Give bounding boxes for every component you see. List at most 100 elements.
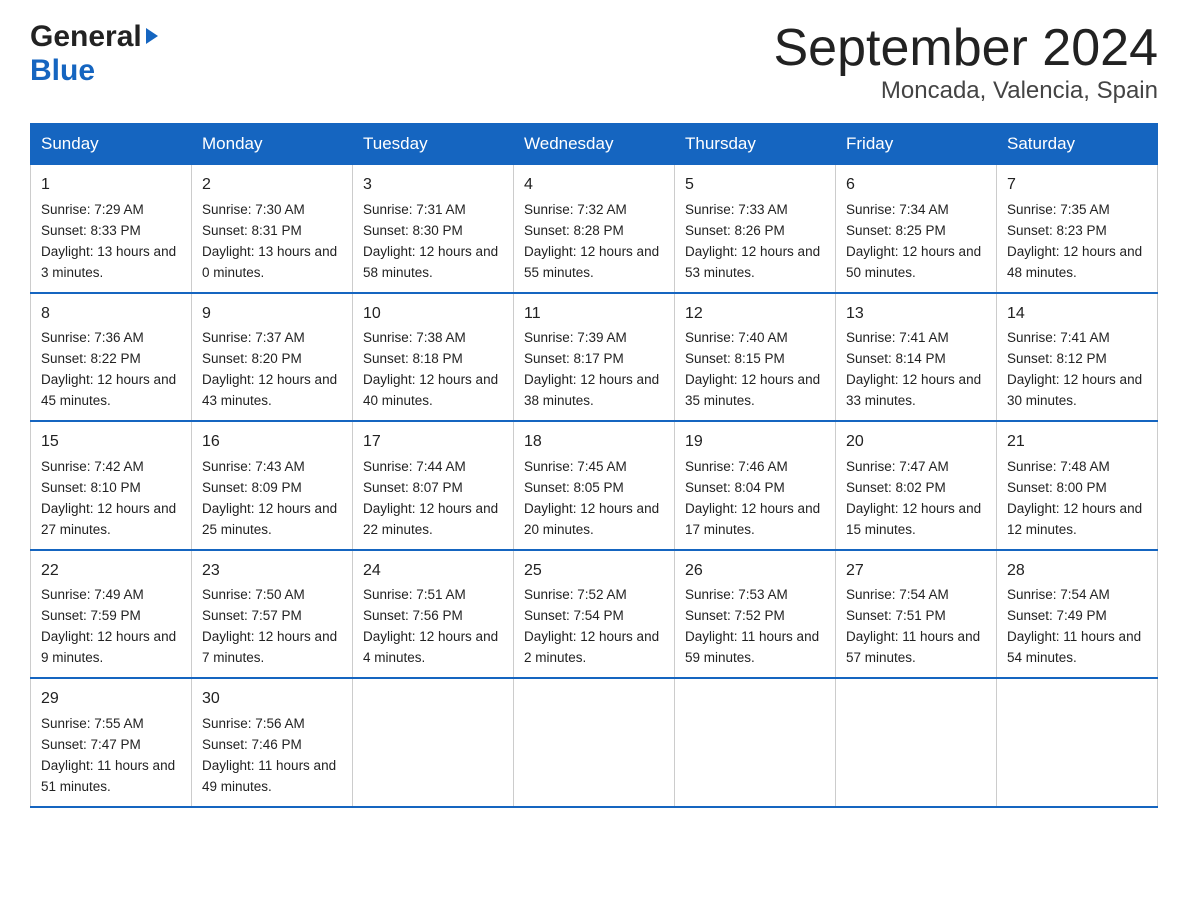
- daylight-text: Daylight: 12 hours and 48 minutes.: [1007, 244, 1142, 280]
- day-number: 21: [1007, 430, 1147, 455]
- sunset-text: Sunset: 8:26 PM: [685, 223, 785, 238]
- logo-arrow-icon: [146, 28, 158, 44]
- empty-cell: [353, 678, 514, 806]
- sunset-text: Sunset: 7:51 PM: [846, 608, 946, 623]
- daylight-text: Daylight: 12 hours and 45 minutes.: [41, 372, 176, 408]
- daylight-text: Daylight: 12 hours and 58 minutes.: [363, 244, 498, 280]
- calendar-body: 1Sunrise: 7:29 AMSunset: 8:33 PMDaylight…: [31, 165, 1158, 807]
- day-cell-14: 14Sunrise: 7:41 AMSunset: 8:12 PMDayligh…: [997, 293, 1158, 421]
- calendar-header: SundayMondayTuesdayWednesdayThursdayFrid…: [31, 124, 1158, 165]
- day-number: 2: [202, 173, 342, 198]
- sunset-text: Sunset: 7:49 PM: [1007, 608, 1107, 623]
- sunrise-text: Sunrise: 7:29 AM: [41, 202, 144, 217]
- day-header-sunday: Sunday: [31, 124, 192, 165]
- day-cell-4: 4Sunrise: 7:32 AMSunset: 8:28 PMDaylight…: [514, 165, 675, 293]
- sunset-text: Sunset: 8:12 PM: [1007, 351, 1107, 366]
- day-cell-30: 30Sunrise: 7:56 AMSunset: 7:46 PMDayligh…: [192, 678, 353, 806]
- sunset-text: Sunset: 7:59 PM: [41, 608, 141, 623]
- day-number: 23: [202, 559, 342, 584]
- sunset-text: Sunset: 8:04 PM: [685, 480, 785, 495]
- day-number: 8: [41, 302, 181, 327]
- daylight-text: Daylight: 11 hours and 54 minutes.: [1007, 629, 1141, 665]
- day-number: 27: [846, 559, 986, 584]
- logo-general-text: General: [30, 20, 142, 54]
- day-cell-3: 3Sunrise: 7:31 AMSunset: 8:30 PMDaylight…: [353, 165, 514, 293]
- sunset-text: Sunset: 8:02 PM: [846, 480, 946, 495]
- daylight-text: Daylight: 12 hours and 40 minutes.: [363, 372, 498, 408]
- day-number: 19: [685, 430, 825, 455]
- daylight-text: Daylight: 12 hours and 30 minutes.: [1007, 372, 1142, 408]
- sunrise-text: Sunrise: 7:41 AM: [1007, 330, 1110, 345]
- day-number: 17: [363, 430, 503, 455]
- empty-cell: [514, 678, 675, 806]
- sunset-text: Sunset: 7:54 PM: [524, 608, 624, 623]
- daylight-text: Daylight: 11 hours and 49 minutes.: [202, 758, 336, 794]
- daylight-text: Daylight: 11 hours and 51 minutes.: [41, 758, 175, 794]
- logo: General Blue: [30, 20, 158, 88]
- day-header-wednesday: Wednesday: [514, 124, 675, 165]
- daylight-text: Daylight: 12 hours and 9 minutes.: [41, 629, 176, 665]
- daylight-text: Daylight: 12 hours and 38 minutes.: [524, 372, 659, 408]
- sunrise-text: Sunrise: 7:36 AM: [41, 330, 144, 345]
- sunrise-text: Sunrise: 7:56 AM: [202, 716, 305, 731]
- daylight-text: Daylight: 12 hours and 20 minutes.: [524, 501, 659, 537]
- title-block: September 2024 Moncada, Valencia, Spain: [774, 20, 1159, 105]
- sunrise-text: Sunrise: 7:40 AM: [685, 330, 788, 345]
- day-cell-2: 2Sunrise: 7:30 AMSunset: 8:31 PMDaylight…: [192, 165, 353, 293]
- sunset-text: Sunset: 8:00 PM: [1007, 480, 1107, 495]
- daylight-text: Daylight: 12 hours and 43 minutes.: [202, 372, 337, 408]
- sunset-text: Sunset: 8:15 PM: [685, 351, 785, 366]
- sunrise-text: Sunrise: 7:54 AM: [1007, 587, 1110, 602]
- day-header-saturday: Saturday: [997, 124, 1158, 165]
- day-cell-10: 10Sunrise: 7:38 AMSunset: 8:18 PMDayligh…: [353, 293, 514, 421]
- day-cell-12: 12Sunrise: 7:40 AMSunset: 8:15 PMDayligh…: [675, 293, 836, 421]
- day-number: 24: [363, 559, 503, 584]
- daylight-text: Daylight: 12 hours and 2 minutes.: [524, 629, 659, 665]
- day-number: 10: [363, 302, 503, 327]
- day-number: 22: [41, 559, 181, 584]
- day-cell-20: 20Sunrise: 7:47 AMSunset: 8:02 PMDayligh…: [836, 421, 997, 549]
- sunrise-text: Sunrise: 7:30 AM: [202, 202, 305, 217]
- daylight-text: Daylight: 12 hours and 55 minutes.: [524, 244, 659, 280]
- sunset-text: Sunset: 8:22 PM: [41, 351, 141, 366]
- day-header-monday: Monday: [192, 124, 353, 165]
- daylight-text: Daylight: 12 hours and 17 minutes.: [685, 501, 820, 537]
- day-header-tuesday: Tuesday: [353, 124, 514, 165]
- sunrise-text: Sunrise: 7:39 AM: [524, 330, 627, 345]
- sunrise-text: Sunrise: 7:53 AM: [685, 587, 788, 602]
- day-number: 6: [846, 173, 986, 198]
- day-number: 28: [1007, 559, 1147, 584]
- sunset-text: Sunset: 8:28 PM: [524, 223, 624, 238]
- sunrise-text: Sunrise: 7:51 AM: [363, 587, 466, 602]
- sunrise-text: Sunrise: 7:35 AM: [1007, 202, 1110, 217]
- daylight-text: Daylight: 12 hours and 25 minutes.: [202, 501, 337, 537]
- day-cell-21: 21Sunrise: 7:48 AMSunset: 8:00 PMDayligh…: [997, 421, 1158, 549]
- logo-blue-text: Blue: [30, 54, 95, 88]
- day-cell-16: 16Sunrise: 7:43 AMSunset: 8:09 PMDayligh…: [192, 421, 353, 549]
- page-title: September 2024: [774, 20, 1159, 77]
- day-number: 15: [41, 430, 181, 455]
- sunset-text: Sunset: 7:46 PM: [202, 737, 302, 752]
- sunrise-text: Sunrise: 7:54 AM: [846, 587, 949, 602]
- day-cell-24: 24Sunrise: 7:51 AMSunset: 7:56 PMDayligh…: [353, 550, 514, 678]
- day-number: 9: [202, 302, 342, 327]
- day-cell-22: 22Sunrise: 7:49 AMSunset: 7:59 PMDayligh…: [31, 550, 192, 678]
- day-number: 5: [685, 173, 825, 198]
- day-number: 12: [685, 302, 825, 327]
- day-cell-5: 5Sunrise: 7:33 AMSunset: 8:26 PMDaylight…: [675, 165, 836, 293]
- day-cell-25: 25Sunrise: 7:52 AMSunset: 7:54 PMDayligh…: [514, 550, 675, 678]
- sunset-text: Sunset: 7:52 PM: [685, 608, 785, 623]
- page-subtitle: Moncada, Valencia, Spain: [774, 77, 1159, 105]
- sunset-text: Sunset: 8:07 PM: [363, 480, 463, 495]
- week-row-2: 8 Sunrise: 7:36 AM Sunset: 8:22 PM Daylight…: [31, 293, 1158, 421]
- daylight-text: Daylight: 12 hours and 4 minutes.: [363, 629, 498, 665]
- sunset-text: Sunset: 8:05 PM: [524, 480, 624, 495]
- sunrise-text: Sunrise: 7:45 AM: [524, 459, 627, 474]
- day-cell-18: 18Sunrise: 7:45 AMSunset: 8:05 PMDayligh…: [514, 421, 675, 549]
- sunrise-text: Sunrise: 7:46 AM: [685, 459, 788, 474]
- week-row-4: 22Sunrise: 7:49 AMSunset: 7:59 PMDayligh…: [31, 550, 1158, 678]
- sunrise-text: Sunrise: 7:37 AM: [202, 330, 305, 345]
- sunrise-text: Sunrise: 7:44 AM: [363, 459, 466, 474]
- day-cell-8: 8 Sunrise: 7:36 AM Sunset: 8:22 PM Daylight…: [31, 293, 192, 421]
- page-header: General Blue September 2024 Moncada, Val…: [30, 20, 1158, 105]
